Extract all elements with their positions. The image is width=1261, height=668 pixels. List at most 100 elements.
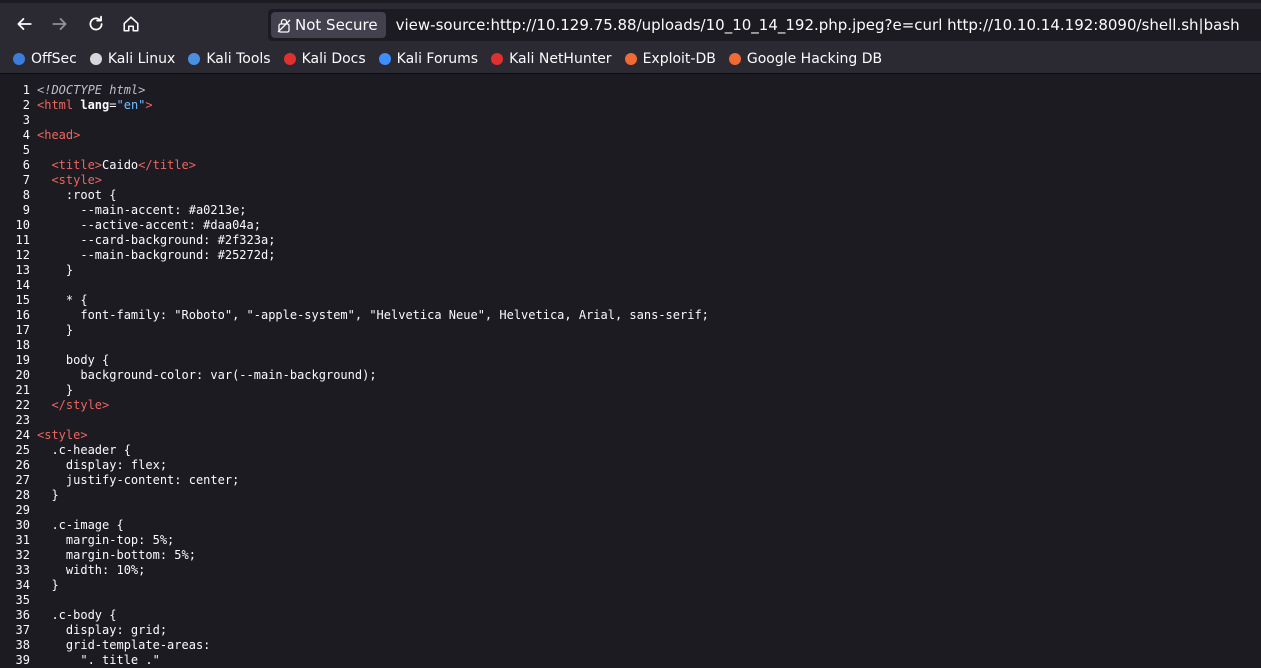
- line-number: 9: [22, 203, 30, 217]
- bookmark-item[interactable]: Kali Docs: [277, 51, 372, 67]
- code-token: <!DOCTYPE html>: [37, 83, 146, 97]
- security-indicator[interactable]: Not Secure: [271, 12, 386, 38]
- code-token: --active-accent: #daa04a;: [37, 218, 261, 232]
- source-line: 12 --main-background: #25272d;: [0, 248, 1261, 263]
- home-button[interactable]: [116, 9, 146, 39]
- bookmark-label: Kali Linux: [107, 51, 176, 67]
- line-number: 36: [15, 608, 30, 622]
- line-code: }: [37, 578, 59, 593]
- code-token: }: [37, 263, 74, 277]
- line-number: 32: [15, 548, 30, 562]
- line-number: 1: [22, 83, 30, 97]
- source-line: 9 --main-accent: #a0213e;: [0, 203, 1261, 218]
- bookmark-item[interactable]: Kali Linux: [83, 51, 181, 67]
- code-token: <html: [37, 98, 74, 112]
- line-number: 7: [22, 173, 30, 187]
- line-number: 13: [15, 263, 30, 277]
- line-code: }: [37, 383, 73, 398]
- line-code: display: grid;: [37, 623, 167, 638]
- source-line: 1 <!DOCTYPE html>: [0, 83, 1261, 98]
- code-token: display: flex;: [37, 458, 168, 472]
- line-code: --main-background: #25272d;: [37, 248, 275, 263]
- code-token: </style>: [51, 398, 110, 412]
- source-line: 37 display: grid;: [0, 623, 1261, 638]
- source-line: 5: [0, 143, 1261, 158]
- code-token: margin-top: 5%;: [37, 533, 175, 547]
- line-code: font-family: "Roboto", "-apple-system", …: [37, 308, 709, 323]
- reload-button[interactable]: [81, 9, 111, 39]
- code-token: }: [37, 323, 74, 337]
- bookmark-item[interactable]: Kali NetHunter: [484, 51, 617, 67]
- line-number: 12: [15, 248, 30, 262]
- line-code: <html lang="en">: [37, 98, 153, 113]
- bookmark-label: Exploit-DB: [642, 51, 716, 67]
- code-token: margin-bottom: 5%;: [37, 548, 196, 562]
- bookmark-item[interactable]: Google Hacking DB: [722, 51, 888, 67]
- line-code: }: [37, 323, 73, 338]
- line-code: margin-top: 5%;: [37, 533, 174, 548]
- line-number: 19: [15, 353, 30, 367]
- code-token: >: [145, 98, 153, 112]
- bookmark-item[interactable]: OffSec: [0, 51, 83, 67]
- line-number: 34: [15, 578, 30, 592]
- bookmark-label: Kali Docs: [301, 51, 366, 67]
- source-line: 17 }: [0, 323, 1261, 338]
- line-number: 25: [15, 443, 30, 457]
- code-token: * {: [37, 293, 88, 307]
- line-number: 27: [15, 473, 30, 487]
- code-token: font-family: "Roboto", "-apple-system", …: [37, 308, 709, 322]
- code-token: .c-body {: [37, 608, 117, 622]
- source-line: 19 body {: [0, 353, 1261, 368]
- bookmark-label: Google Hacking DB: [746, 51, 883, 67]
- code-token: }: [37, 383, 74, 397]
- source-line: 30 .c-image {: [0, 518, 1261, 533]
- bookmarks-toolbar: OffSec Kali Linux Kali Tools Kali Docs Kali …: [0, 45, 1261, 74]
- code-token: :root {: [37, 188, 117, 202]
- line-code: width: 10%;: [37, 563, 145, 578]
- code-token: --card-background: #2f323a;: [37, 233, 276, 247]
- line-number: 20: [15, 368, 30, 382]
- bookmark-item[interactable]: Exploit-DB: [618, 51, 722, 67]
- ghdb-icon: [728, 52, 742, 66]
- code-token: =: [109, 98, 117, 112]
- line-number: 38: [15, 638, 30, 652]
- source-line: 32 margin-bottom: 5%;: [0, 548, 1261, 563]
- line-code: <!DOCTYPE html>: [37, 83, 145, 98]
- source-line: 16 font-family: "Roboto", "-apple-system…: [0, 308, 1261, 323]
- code-token: }: [37, 578, 59, 592]
- line-code: margin-bottom: 5%;: [37, 548, 196, 563]
- source-line: 21 }: [0, 383, 1261, 398]
- offsec-icon: [12, 52, 26, 66]
- bookmark-item[interactable]: Kali Tools: [181, 51, 276, 67]
- source-line: 14: [0, 278, 1261, 293]
- code-token: </title>: [138, 158, 196, 172]
- source-line: 7 <style>: [0, 173, 1261, 188]
- source-line: 25 .c-header {: [0, 443, 1261, 458]
- line-number: 35: [15, 593, 30, 607]
- bookmark-item[interactable]: Kali Forums: [372, 51, 484, 67]
- line-number: 10: [15, 218, 30, 232]
- source-line: 28 }: [0, 488, 1261, 503]
- source-line: 31 margin-top: 5%;: [0, 533, 1261, 548]
- code-token: lang: [80, 98, 110, 112]
- back-button[interactable]: [9, 9, 39, 39]
- source-line: 34 }: [0, 578, 1261, 593]
- source-line: 13 }: [0, 263, 1261, 278]
- source-line: 11 --card-background: #2f323a;: [0, 233, 1261, 248]
- code-token: "en": [116, 98, 146, 112]
- url-text[interactable]: view-source:http://10.129.75.88/uploads/…: [396, 16, 1240, 34]
- line-number: 37: [15, 623, 30, 637]
- url-bar[interactable]: Not Secure view-source:http://10.129.75.…: [268, 9, 1261, 41]
- reload-icon: [89, 15, 103, 31]
- bookmark-label: OffSec: [31, 51, 77, 67]
- kali-tools-icon: [187, 52, 201, 66]
- line-code: display: flex;: [37, 458, 167, 473]
- source-line: 8 :root {: [0, 188, 1261, 203]
- code-token: <style>: [51, 173, 103, 187]
- forward-button[interactable]: [45, 9, 75, 39]
- line-code: <title>Caido</title>: [37, 158, 196, 173]
- line-code: body {: [37, 353, 109, 368]
- line-code: <style>: [37, 428, 88, 443]
- source-line: 6 <title>Caido</title>: [0, 158, 1261, 173]
